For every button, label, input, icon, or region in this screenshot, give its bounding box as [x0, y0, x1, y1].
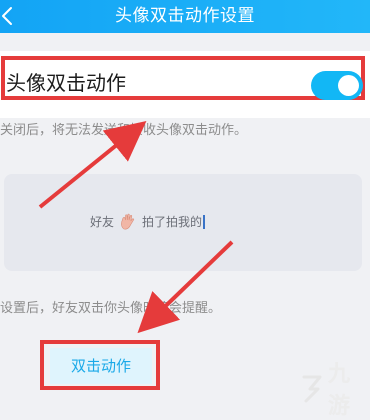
- preview-message: 好友 拍了拍我的: [90, 212, 206, 232]
- watermark: 九游: [298, 356, 370, 420]
- switch-knob: [338, 75, 359, 96]
- waving-hand-icon: [118, 212, 138, 232]
- watermark-text: 九游: [328, 362, 351, 419]
- page-title: 头像双击动作设置: [115, 6, 255, 26]
- settings-hint-text: 设置后，好友双击你头像时将会提醒。: [0, 301, 222, 316]
- double-tap-toggle-switch[interactable]: [311, 71, 363, 100]
- text-cursor: [203, 215, 206, 229]
- toggle-label: 头像双击动作: [6, 71, 126, 95]
- jiuyou-logo: [298, 373, 326, 403]
- preview-text: 拍了拍我的: [142, 215, 203, 229]
- double-tap-action-button[interactable]: 双击动作: [50, 348, 152, 384]
- header-bar: 头像双击动作设置: [0, 0, 370, 33]
- preview-sender: 好友: [90, 215, 115, 229]
- disabled-hint-text: 关闭后，将无法发送和接收头像双击动作。: [0, 123, 248, 138]
